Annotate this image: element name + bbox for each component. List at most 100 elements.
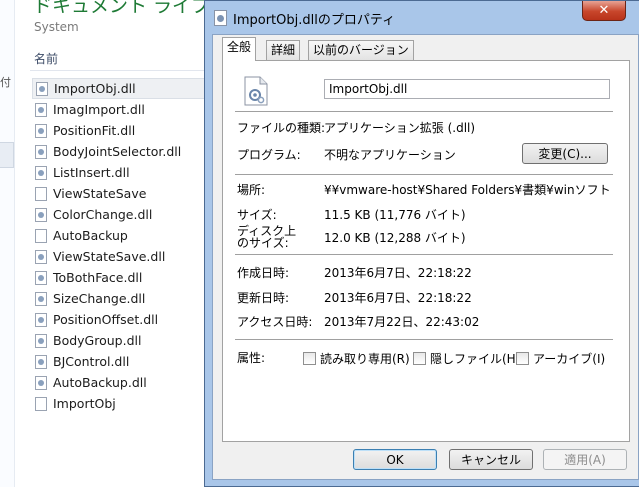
disk-size-label: ディスク上 のサイズ: xyxy=(237,225,296,249)
created-label: 作成日時: xyxy=(237,266,290,280)
created-value: 2013年6月7日、22:18:22 xyxy=(324,266,472,280)
dll-file-icon xyxy=(35,375,47,390)
separator xyxy=(235,254,613,255)
dll-file-icon xyxy=(214,10,227,26)
file-name: BJControl.dll xyxy=(53,354,130,369)
file-list-item[interactable]: ImportObj xyxy=(32,393,212,414)
file-name: ImagImport.dll xyxy=(53,102,145,117)
close-button[interactable]: ✕ xyxy=(582,1,626,21)
file-type-label: ファイルの種類: xyxy=(237,121,326,135)
dll-file-icon xyxy=(35,312,47,327)
file-name: BodyJointSelector.dll xyxy=(53,144,182,159)
library-title: ドキュメント ライブ xyxy=(33,0,211,17)
column-header-name[interactable]: 名前 xyxy=(34,50,58,67)
archive-checkbox-label: アーカイブ(I) xyxy=(533,352,606,366)
location-label: 場所: xyxy=(237,183,266,197)
file-list-item[interactable]: PositionFit.dll xyxy=(32,120,212,141)
library-subtitle: System xyxy=(34,20,79,34)
disk-size-label-line2: のサイズ: xyxy=(237,236,289,250)
hidden-checkbox-label: 隠しファイル(H) xyxy=(430,352,521,366)
nav-pane-scroll-handle[interactable] xyxy=(0,142,14,168)
accessed-label: アクセス日時: xyxy=(237,315,313,329)
file-name: BodyGroup.dll xyxy=(53,333,142,348)
dll-file-icon xyxy=(35,354,47,369)
dll-file-icon xyxy=(35,165,47,180)
separator xyxy=(235,111,613,112)
file-list-item[interactable]: BodyGroup.dll xyxy=(32,330,212,351)
general-tab-panel: ImportObj.dll ファイルの種類: アプリケーション拡張 (.dll)… xyxy=(222,60,630,442)
tab-previous-versions[interactable]: 以前のバージョン xyxy=(308,40,414,60)
dll-file-icon xyxy=(35,333,47,348)
file-list-item[interactable]: ColorChange.dll xyxy=(32,204,212,225)
readonly-checkbox-label: 読み取り専用(R) xyxy=(320,352,410,366)
dll-file-icon xyxy=(35,249,47,264)
attributes-label: 属性: xyxy=(237,351,266,365)
file-list-item[interactable]: AutoBackup.dll xyxy=(32,372,212,393)
generic-file-icon xyxy=(35,228,47,243)
column-header-divider xyxy=(30,70,210,71)
checkbox-box[interactable] xyxy=(413,352,426,365)
size-value: 11.5 KB (11,776 バイト) xyxy=(324,208,466,222)
file-list-item[interactable]: BJControl.dll xyxy=(32,351,212,372)
archive-checkbox[interactable]: アーカイブ(I) xyxy=(516,350,605,367)
properties-dialog: ImportObj.dllのプロパティ ✕ 全般 詳細 以前のバージョン Imp… xyxy=(204,0,639,487)
generic-file-icon xyxy=(35,186,47,201)
file-name: ListInsert.dll xyxy=(53,165,130,180)
cancel-button[interactable]: キャンセル xyxy=(449,449,533,470)
dll-file-icon xyxy=(35,207,47,222)
file-list-item[interactable]: SizeChange.dll xyxy=(32,288,212,309)
file-list-item[interactable]: ImagImport.dll xyxy=(32,99,212,120)
separator xyxy=(235,339,613,340)
navigation-pane: 付 xyxy=(0,0,15,487)
file-list-item[interactable]: ListInsert.dll xyxy=(32,162,212,183)
checkbox-box[interactable] xyxy=(303,352,316,365)
dll-file-icon xyxy=(35,270,47,285)
file-list-item[interactable]: BodyJointSelector.dll xyxy=(32,141,212,162)
hidden-checkbox[interactable]: 隠しファイル(H) xyxy=(413,350,520,367)
file-list: ImportObj.dll ImagImport.dll PositionFit.d… xyxy=(32,78,212,414)
file-list-item[interactable]: ToBothFace.dll xyxy=(32,267,212,288)
dll-file-icon xyxy=(35,291,47,306)
tab-details[interactable]: 詳細 xyxy=(266,40,301,60)
disk-size-value: 12.0 KB (12,288 バイト) xyxy=(324,231,466,245)
file-name: ImportObj xyxy=(53,396,116,411)
program-value: 不明なアプリケーション xyxy=(324,148,456,162)
dialog-titlebar[interactable]: ImportObj.dllのプロパティ ✕ xyxy=(205,1,639,34)
file-name: ImportObj.dll xyxy=(54,81,136,96)
file-name: ToBothFace.dll xyxy=(53,270,143,285)
apply-button[interactable]: 適用(A) xyxy=(543,449,627,470)
separator xyxy=(235,174,613,175)
close-icon: ✕ xyxy=(598,3,610,18)
file-list-item[interactable]: ViewStateSave.dll xyxy=(32,246,212,267)
change-program-button[interactable]: 変更(C)... xyxy=(522,143,608,164)
generic-file-icon xyxy=(35,396,47,411)
location-value: ¥¥vmware-host¥Shared Folders¥書類¥winソフト¥P… xyxy=(324,183,611,197)
ok-button[interactable]: OK xyxy=(353,449,437,470)
file-name: ColorChange.dll xyxy=(53,207,153,222)
modified-value: 2013年6月7日、22:18:22 xyxy=(324,291,472,305)
file-name-field[interactable]: ImportObj.dll xyxy=(324,79,610,99)
file-list-item[interactable]: ImportObj.dll xyxy=(32,78,212,99)
size-label: サイズ: xyxy=(237,208,277,222)
dll-file-icon xyxy=(35,102,47,117)
file-name: ViewStateSave.dll xyxy=(53,249,166,264)
dll-file-icon xyxy=(35,144,47,159)
file-list-item[interactable]: ViewStateSave xyxy=(32,183,212,204)
dll-file-icon xyxy=(35,123,47,138)
file-type-value: アプリケーション拡張 (.dll) xyxy=(324,121,476,135)
file-list-item[interactable]: AutoBackup xyxy=(32,225,212,246)
file-name: AutoBackup.dll xyxy=(53,375,147,390)
file-list-item[interactable]: PositionOffset.dll xyxy=(32,309,212,330)
modified-label: 更新日時: xyxy=(237,291,290,305)
dll-file-icon xyxy=(244,76,268,106)
dll-file-icon xyxy=(36,81,48,96)
file-name: SizeChange.dll xyxy=(53,291,146,306)
file-name: AutoBackup xyxy=(53,228,128,243)
readonly-checkbox[interactable]: 読み取り専用(R) xyxy=(303,350,410,367)
checkbox-box[interactable] xyxy=(516,352,529,365)
tab-general[interactable]: 全般 xyxy=(222,37,257,61)
accessed-value: 2013年7月22日、22:43:02 xyxy=(324,315,480,329)
nav-pane-label: 付 xyxy=(0,76,11,89)
program-label: プログラム: xyxy=(237,148,301,162)
dialog-client-area: 全般 詳細 以前のバージョン ImportObj.dll ファイルの種類: アプ… xyxy=(212,34,639,480)
